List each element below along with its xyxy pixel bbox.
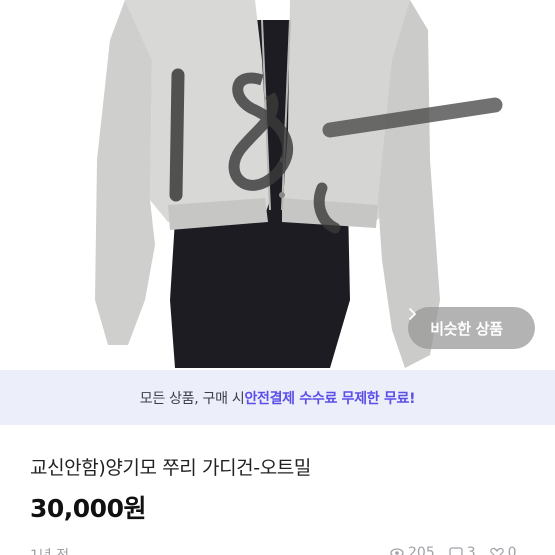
banner-prefix: 모든 상품, 구매 시 [139,390,245,407]
chats-count: 3 [466,545,476,555]
banner-highlight: 안전결제 수수료 무제한 무료! [244,390,416,407]
product-price: 30,000원 [30,494,146,523]
views-count: 205 [408,545,435,555]
product-image[interactable]: 비슷한 상품 [0,0,555,370]
likes-count: 0 [507,545,517,555]
eye-icon [390,547,404,555]
product-stats: 205 3 0 [390,545,527,555]
product-title: 교신안함)양기모 쭈리 가디건-오트밀 [30,457,311,479]
similar-products-label: 비슷한 상품 [430,319,503,338]
chat-icon [449,547,463,555]
posted-time: 1년 전 [30,545,69,555]
heart-icon [489,547,504,555]
similar-products-button[interactable]: 비슷한 상품 [408,307,535,349]
safe-payment-banner[interactable]: 모든 상품, 구매 시 안전결제 수수료 무제한 무료! [0,370,555,425]
